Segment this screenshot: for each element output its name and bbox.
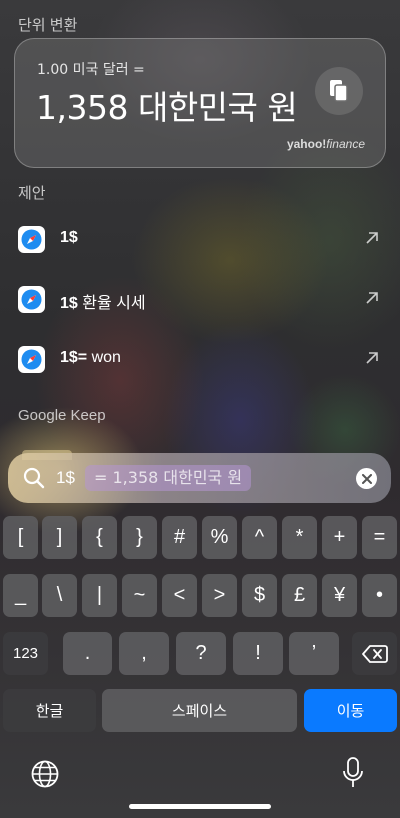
clear-icon xyxy=(361,473,372,484)
conversion-result: 1,358 대한민국 원 xyxy=(36,88,298,127)
key-yen[interactable]: ¥ xyxy=(322,574,357,617)
key-hash[interactable]: # xyxy=(162,516,197,559)
key-underscore[interactable]: _ xyxy=(3,574,38,617)
key-open-bracket[interactable]: [ xyxy=(3,516,38,559)
key-numbers-mode[interactable]: 123 xyxy=(3,632,48,675)
suggestion-item[interactable]: 1$ 환율 시세 xyxy=(0,270,400,330)
arrow-up-right-icon xyxy=(366,292,378,304)
search-input[interactable]: 1$ xyxy=(56,468,75,488)
key-backslash[interactable]: \ xyxy=(42,574,77,617)
safari-icon xyxy=(18,226,45,253)
key-caret[interactable]: ^ xyxy=(242,516,277,559)
key-plus[interactable]: + xyxy=(322,516,357,559)
copy-button[interactable] xyxy=(315,67,363,115)
key-percent[interactable]: % xyxy=(202,516,237,559)
conversion-from: 1.00 미국 달러 = xyxy=(37,62,145,78)
key-apostrophe[interactable]: ’ xyxy=(289,632,339,675)
google-keep-label: Google Keep xyxy=(18,407,106,424)
key-open-brace[interactable]: { xyxy=(82,516,117,559)
key-tilde[interactable]: ~ xyxy=(122,574,157,617)
suggestions-label: 제안 xyxy=(18,185,46,202)
microphone-icon[interactable] xyxy=(342,757,364,789)
key-exclamation[interactable]: ! xyxy=(233,632,283,675)
key-greater-than[interactable]: > xyxy=(202,574,237,617)
key-hangul[interactable]: 한글 xyxy=(3,689,96,732)
clear-button[interactable] xyxy=(356,468,377,489)
arrow-up-right-icon xyxy=(366,352,378,364)
key-less-than[interactable]: < xyxy=(162,574,197,617)
keyboard: [ ] { } # % ^ * + = _ \ | ~ < > $ £ ¥ • … xyxy=(0,505,400,818)
suggestion-text: 1$= won xyxy=(60,349,121,366)
suggestion-item[interactable]: 1$ xyxy=(0,210,400,270)
key-equals[interactable]: = xyxy=(362,516,397,559)
search-icon xyxy=(23,467,45,489)
safari-icon xyxy=(18,346,45,373)
key-pound[interactable]: £ xyxy=(282,574,317,617)
key-comma[interactable]: , xyxy=(119,632,169,675)
delete-button[interactable] xyxy=(352,632,397,675)
backspace-icon xyxy=(361,644,388,663)
key-dollar[interactable]: $ xyxy=(242,574,277,617)
key-period[interactable]: . xyxy=(63,632,112,675)
go-button[interactable]: 이동 xyxy=(304,689,397,732)
key-question[interactable]: ? xyxy=(176,632,226,675)
safari-icon xyxy=(18,286,45,313)
unit-conversion-label: 단위 변환 xyxy=(18,17,78,34)
search-completion: = 1,358 대한민국 원 xyxy=(85,465,252,491)
suggestion-text: 1$ 환율 시세 xyxy=(60,295,146,312)
yahoo-finance-logo: yahoo!finance xyxy=(286,137,365,151)
home-indicator[interactable] xyxy=(129,804,271,809)
suggestion-item[interactable]: 1$= won xyxy=(0,330,400,390)
suggestion-text: 1$ xyxy=(60,229,78,246)
search-bar[interactable]: 1$ = 1,358 대한민국 원 xyxy=(8,453,391,503)
key-close-bracket[interactable]: ] xyxy=(42,516,77,559)
conversion-card[interactable]: 1.00 미국 달러 = 1,358 대한민국 원 yahoo!finance xyxy=(14,38,386,168)
arrow-up-right-icon xyxy=(366,232,378,244)
globe-icon[interactable] xyxy=(30,759,60,789)
key-pipe[interactable]: | xyxy=(82,574,117,617)
key-bullet[interactable]: • xyxy=(362,574,397,617)
space-bar[interactable]: 스페이스 xyxy=(102,689,297,732)
key-close-brace[interactable]: } xyxy=(122,516,157,559)
key-asterisk[interactable]: * xyxy=(282,516,317,559)
copy-icon xyxy=(330,80,348,102)
